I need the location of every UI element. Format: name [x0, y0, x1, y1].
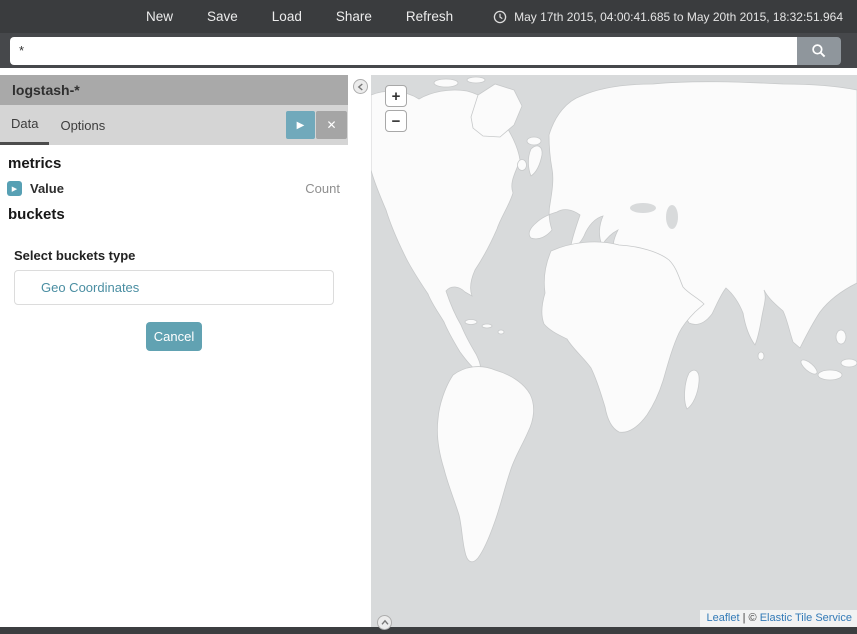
time-picker[interactable]: May 17th 2015, 04:00:41.685 to May 20th … — [493, 10, 857, 24]
search-button[interactable] — [797, 37, 841, 65]
world-map — [371, 75, 857, 627]
search-bar — [0, 33, 857, 68]
scroll-top-button[interactable] — [377, 615, 392, 630]
tab-options[interactable]: Options — [49, 105, 116, 145]
metric-row[interactable]: ▶ Value Count — [7, 181, 340, 196]
index-pattern-label: logstash-* — [0, 75, 348, 105]
close-icon: ✕ — [326, 118, 336, 132]
zoom-out-button[interactable]: − — [385, 110, 407, 132]
attribution-separator: | © — [740, 612, 760, 624]
tabs-bar: Data Options ▶ ✕ — [0, 105, 348, 145]
bucket-select-label: Select buckets type — [14, 248, 348, 263]
footer-bar — [0, 627, 857, 634]
bucket-type-option[interactable]: Geo Coordinates — [14, 270, 334, 305]
nav-share[interactable]: Share — [336, 9, 372, 24]
search-input[interactable] — [10, 37, 797, 65]
map-attribution: Leaflet | © Elastic Tile Service — [700, 610, 857, 627]
chevron-up-icon — [381, 619, 389, 626]
nav-refresh[interactable]: Refresh — [406, 9, 453, 24]
main-menu: New Save Load Share Refresh — [146, 9, 453, 24]
close-button[interactable]: ✕ — [316, 111, 347, 139]
metrics-heading: metrics — [8, 155, 348, 172]
time-range-label: May 17th 2015, 04:00:41.685 to May 20th … — [514, 10, 843, 24]
sidebar-collapse-button[interactable] — [353, 79, 368, 94]
tile-service-link[interactable]: Elastic Tile Service — [760, 612, 852, 624]
search-icon — [811, 43, 827, 59]
chevron-left-icon — [357, 83, 364, 91]
play-icon: ▶ — [297, 120, 305, 131]
nav-save[interactable]: Save — [207, 9, 238, 24]
zoom-in-button[interactable]: + — [385, 85, 407, 107]
tab-actions: ▶ ✕ — [286, 105, 348, 145]
chevron-right-icon[interactable]: ▶ — [7, 181, 22, 196]
clock-icon — [493, 10, 507, 24]
sidebar: logstash-* Data Options ▶ ✕ metrics ▶ Va… — [0, 75, 348, 627]
nav-load[interactable]: Load — [272, 9, 302, 24]
map-container[interactable]: + − Leaflet | © Elastic Tile Service — [371, 75, 857, 627]
leaflet-link[interactable]: Leaflet — [707, 612, 740, 624]
zoom-control: + − — [385, 85, 407, 132]
tab-data[interactable]: Data — [0, 105, 49, 145]
top-navbar: New Save Load Share Refresh May 17th 201… — [0, 0, 857, 33]
apply-button[interactable]: ▶ — [286, 111, 315, 139]
cancel-button[interactable]: Cancel — [146, 322, 202, 351]
buckets-heading: buckets — [8, 206, 348, 223]
nav-new[interactable]: New — [146, 9, 173, 24]
metric-value: Count — [305, 181, 340, 196]
metric-label: Value — [30, 181, 64, 196]
